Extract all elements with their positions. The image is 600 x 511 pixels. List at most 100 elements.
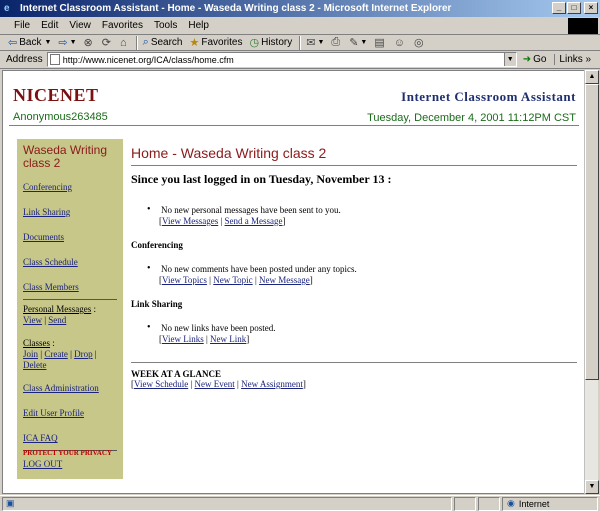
view-messages-link[interactable]: View Messages: [162, 216, 218, 226]
classes-create-link[interactable]: Create: [44, 349, 67, 359]
sidebar-item-class-administration[interactable]: Class Administration: [23, 383, 117, 393]
mail-button[interactable]: ✉ ▼: [306, 36, 324, 49]
menu-favorites[interactable]: Favorites: [102, 20, 143, 31]
logout-link[interactable]: LOG OUT: [23, 459, 117, 469]
sidebar-item-conferencing[interactable]: Conferencing: [23, 182, 117, 192]
week-links: [View Schedule | New Event | New Assignm…: [131, 379, 306, 389]
close-button[interactable]: ×: [584, 2, 598, 14]
related-icon: ◎: [414, 37, 424, 49]
go-button[interactable]: ➜ Go: [523, 54, 547, 65]
links-button[interactable]: Links »: [554, 54, 591, 65]
home-button[interactable]: ⌂: [120, 37, 129, 49]
favorites-button[interactable]: ★ Favorites: [190, 36, 243, 49]
zone-label: Internet: [518, 498, 550, 509]
sidebar-item-ica-faq[interactable]: ICA FAQ: [23, 433, 117, 443]
minimize-button[interactable]: _: [552, 2, 566, 14]
sidebar-personal-messages: Personal Messages : View | Send: [23, 304, 97, 325]
messages-send-link[interactable]: Send: [48, 315, 66, 325]
link-sharing-heading: Link Sharing: [131, 299, 183, 309]
sidebar-item-documents[interactable]: Documents: [23, 232, 117, 242]
address-input[interactable]: http://www.nicenet.org/ICA/class/home.cf…: [46, 52, 517, 67]
new-assignment-link[interactable]: New Assignment: [241, 379, 303, 389]
sidebar-item-link-sharing[interactable]: Link Sharing: [23, 207, 117, 217]
related-button[interactable]: ◎: [414, 36, 426, 49]
classes-drop-link[interactable]: Drop: [74, 349, 93, 359]
sidebar-class-name: Waseda Writing class 2: [23, 143, 108, 170]
forward-button[interactable]: ⇨ ▼: [58, 36, 76, 49]
new-message-link[interactable]: New Message: [259, 275, 310, 285]
logo-text: NICENET: [13, 85, 99, 105]
back-label: Back: [19, 37, 42, 48]
classes-join-link[interactable]: Join: [23, 349, 38, 359]
classes-delete-link[interactable]: Delete: [23, 360, 46, 370]
messages-text: No new personal messages have been sent …: [161, 205, 341, 215]
current-datetime: Tuesday, December 4, 2001 11:12PM CST: [367, 112, 576, 124]
header-divider: [9, 125, 579, 126]
chevron-down-icon[interactable]: ▼: [503, 53, 516, 66]
search-icon: ⌕: [142, 36, 149, 48]
nicenet-logo[interactable]: NICENET: [9, 79, 99, 106]
menu-help[interactable]: Help: [188, 20, 209, 31]
sidebar: Waseda Writing class 2 Conferencing Link…: [17, 139, 123, 479]
address-bar: Address http://www.nicenet.org/ICA/class…: [0, 51, 600, 69]
favorites-label: Favorites: [201, 37, 243, 48]
status-main: ▣: [2, 496, 452, 511]
status-segment: [454, 496, 476, 511]
home-icon: ⌂: [119, 36, 127, 49]
edit-button[interactable]: ✎ ▼: [349, 36, 367, 49]
menu-edit[interactable]: Edit: [41, 20, 58, 31]
messenger-button[interactable]: ☺: [394, 37, 407, 49]
sidebar-divider: [23, 299, 117, 300]
back-button[interactable]: ⇦ Back ▼: [8, 36, 51, 49]
discuss-button[interactable]: ▤: [374, 36, 386, 49]
history-icon: ◷: [249, 37, 260, 49]
sidebar-item-edit-user-profile[interactable]: Edit User Profile: [23, 408, 117, 418]
vertical-scrollbar[interactable]: ▲ ▼: [584, 70, 599, 494]
print-icon: ⎙: [331, 36, 341, 48]
stop-button[interactable]: ⊗: [84, 36, 95, 49]
week-at-a-glance-heading: WEEK AT A GLANCE: [131, 369, 221, 379]
history-button[interactable]: ◷ History: [250, 36, 293, 49]
messages-view-link[interactable]: View: [23, 315, 42, 325]
scrollbar-thumb[interactable]: [585, 84, 599, 380]
view-schedule-link[interactable]: View Schedule: [134, 379, 188, 389]
send-message-link[interactable]: Send a Message: [225, 216, 283, 226]
back-arrow-icon: ⇦: [8, 37, 18, 49]
since-last-login: Since you last logged in on Tuesday, Nov…: [131, 172, 392, 186]
view-topics-link[interactable]: View Topics: [162, 275, 207, 285]
app-title: Internet Classroom Assistant: [401, 89, 576, 104]
new-event-link[interactable]: New Event: [195, 379, 235, 389]
sidebar-item-class-schedule[interactable]: Class Schedule: [23, 257, 117, 267]
personal-messages-label: Personal Messages: [23, 304, 92, 314]
chevron-down-icon: ▼: [360, 39, 368, 46]
window-title: Internet Classroom Assistant - Home - Wa…: [20, 3, 452, 14]
new-link-link[interactable]: New Link: [210, 334, 246, 344]
print-button[interactable]: ⎙: [331, 36, 342, 49]
page-title: Home - Waseda Writing class 2: [131, 145, 327, 161]
chevron-down-icon: ▼: [317, 39, 325, 46]
scroll-up-icon[interactable]: ▲: [585, 70, 599, 84]
discuss-icon: ▤: [374, 37, 385, 49]
view-links-link[interactable]: View Links: [162, 334, 204, 344]
sidebar-item-class-members[interactable]: Class Members: [23, 282, 117, 292]
menu-tools[interactable]: Tools: [154, 20, 177, 31]
refresh-button[interactable]: ⟳: [102, 36, 113, 49]
windows-logo-icon: [568, 18, 598, 34]
status-segment: [478, 496, 500, 511]
menu-file[interactable]: File: [14, 20, 30, 31]
scroll-down-icon[interactable]: ▼: [585, 480, 599, 494]
page-viewport: NICENET Anonymous263485 Internet Classro…: [2, 70, 585, 494]
window-title-bar: e Internet Classroom Assistant - Home - …: [0, 0, 600, 17]
link-sharing-item: No new links have been posted. [View Lin…: [131, 322, 577, 344]
main-content: Home - Waseda Writing class 2 Since you …: [131, 145, 577, 389]
new-topic-link[interactable]: New Topic: [213, 275, 252, 285]
search-button[interactable]: ⌕ Search: [143, 36, 183, 49]
messenger-icon: ☺: [393, 36, 405, 49]
protect-privacy-link[interactable]: PROTECT YOUR PRIVACY: [23, 449, 117, 457]
history-label: History: [261, 37, 293, 48]
menu-view[interactable]: View: [69, 20, 91, 31]
page-icon: [49, 54, 60, 65]
maximize-button[interactable]: □: [567, 2, 581, 14]
internet-zone-icon: ◉: [507, 498, 515, 508]
messages-links: [View Messages | Send a Message]: [159, 216, 286, 226]
